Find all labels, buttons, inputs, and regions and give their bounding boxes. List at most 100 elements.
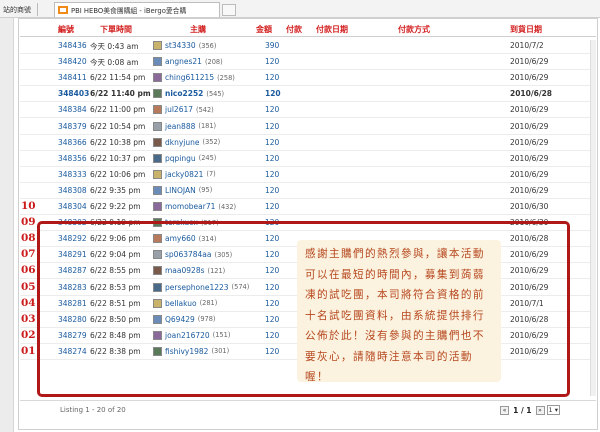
order-id-link[interactable]: 348333: [58, 170, 87, 179]
header-buyer[interactable]: 主購: [190, 24, 206, 35]
order-clock: 10:37 pm: [109, 153, 146, 163]
rank-number: 04: [21, 296, 36, 309]
header-amount[interactable]: 金額: [256, 24, 272, 35]
buyer-score: (356): [198, 41, 217, 50]
first-page-icon[interactable]: «: [500, 405, 510, 415]
announcement-notice: 感謝主購們的熱烈參與，讓本活動可以在最短的時間內，募集到蒟蒻凍的試吃團，本司將符…: [297, 240, 501, 383]
buyer-cell: dknyjune (352): [153, 137, 220, 147]
scrollbar[interactable]: [590, 40, 596, 396]
table-row[interactable]: 348356 6/22 10:37 pm pqpingu (245) 120 2010/6…: [20, 151, 596, 167]
header-order-time[interactable]: 下單時間: [100, 24, 132, 35]
buyer-name-link[interactable]: dknyjune: [165, 138, 200, 147]
avatar: [153, 202, 162, 211]
order-date: 6/22: [90, 202, 107, 211]
delivery-date: 2010/6/28: [510, 89, 553, 99]
order-time: 6/22 11:54 pm: [90, 73, 145, 82]
header-id[interactable]: 編號: [58, 24, 74, 35]
table-row[interactable]: 348333 6/22 10:06 pm jacky0821 (7) 120 2010/6…: [20, 167, 596, 183]
buyer-cell: momobear71 (432): [153, 202, 236, 211]
avatar: [153, 89, 162, 99]
buyer-name-link[interactable]: ching611215: [165, 73, 214, 82]
buyer-name-link[interactable]: nico2252: [165, 89, 203, 98]
new-tab-button[interactable]: [222, 4, 236, 16]
delivery-date: 2010/6/29: [510, 121, 549, 131]
table-row[interactable]: 348304 6/22 9:22 pm momobear71 (432) 120 2010…: [20, 199, 596, 215]
page-select[interactable]: 1 ▾: [546, 405, 560, 415]
order-date: 6/22: [90, 105, 107, 115]
amount: 120: [265, 89, 281, 99]
order-id-link[interactable]: 348366: [58, 138, 87, 147]
order-time: 6/22 11:40 pm: [90, 89, 151, 98]
order-id-link[interactable]: 348308: [58, 186, 87, 195]
buyer-name-link[interactable]: jacky0821: [165, 170, 203, 179]
buyer-name-link[interactable]: LINOJAN: [165, 186, 196, 195]
rank-number: 08: [21, 232, 36, 245]
buyer-score: (542): [196, 105, 214, 114]
table-row[interactable]: 348384 6/22 11:00 pm jul2617 (542) 120 2010/6…: [20, 102, 596, 119]
buyer-score: (7): [206, 170, 216, 179]
table-row[interactable]: 348420 今天 0:08 am angnes21 (208) 120 2010/6/2…: [20, 54, 596, 71]
rank-number: 10: [21, 200, 36, 212]
buyer-cell: pqpingu (245): [153, 153, 217, 163]
buyer-cell: st34330 (356): [153, 41, 216, 50]
buyer-score: (545): [206, 89, 225, 98]
order-date: 6/22: [90, 169, 107, 179]
table-row[interactable]: 348366 6/22 10:38 pm dknyjune (352) 120 2010/…: [20, 135, 596, 151]
table-row[interactable]: 348379 6/22 10:54 pm jean888 (181) 120 2010/6…: [20, 119, 596, 135]
buyer-name-link[interactable]: pqpingu: [165, 154, 196, 163]
rank-number: 05: [21, 280, 36, 293]
buyer-name-link[interactable]: jean888: [165, 122, 195, 131]
order-clock: 9:22 pm: [109, 202, 141, 211]
order-id-link[interactable]: 348356: [58, 154, 87, 163]
amount: 120: [265, 105, 280, 115]
order-clock: 9:35 pm: [109, 185, 141, 195]
table-row[interactable]: 348403 6/22 11:40 pm nico2252 (545) 120 2010/…: [20, 86, 596, 103]
rank-number: 06: [21, 264, 36, 277]
delivery-date: 2010/6/29: [510, 153, 549, 163]
delivery-date: 2010/6/29: [510, 169, 549, 179]
rank-number: 09: [21, 216, 36, 229]
table-row[interactable]: 348436 今天 0:43 am st34330 (356) 390 2010/7/2: [20, 38, 596, 54]
header-pay-method[interactable]: 付款方式: [398, 24, 430, 35]
table-row[interactable]: 348308 6/22 9:35 pm LINOJAN (95) 120 2010/6/2…: [20, 183, 596, 199]
amount: 120: [265, 185, 280, 195]
header-deadline[interactable]: 到貨日期: [510, 24, 542, 35]
order-clock: 0:43 am: [107, 42, 139, 51]
buyer-score: (258): [217, 73, 235, 82]
buyer-score: (432): [218, 202, 237, 211]
delivery-date: 2010/6/29: [510, 57, 549, 67]
order-id-link[interactable]: 348420: [58, 57, 87, 66]
order-clock: 11:00 pm: [109, 105, 146, 115]
amount: 390: [265, 41, 280, 50]
order-clock: 10:06 pm: [109, 169, 146, 179]
order-clock: 0:08 am: [107, 58, 139, 68]
delivery-date: 2010/6/29: [510, 105, 549, 115]
tab-previous[interactable]: 站的商號: [0, 3, 38, 16]
order-id-link[interactable]: 348411: [58, 73, 87, 82]
buyer-name-link[interactable]: st34330: [165, 41, 196, 50]
amount: 120: [265, 137, 280, 147]
order-id-link[interactable]: 348304: [58, 202, 87, 211]
last-page-icon[interactable]: »: [535, 405, 545, 415]
delivery-date: 2010/6/30: [510, 202, 549, 211]
rank-number: 02: [21, 328, 36, 341]
buyer-name-link[interactable]: angnes21: [165, 57, 202, 66]
avatar: [153, 41, 162, 50]
order-id-link[interactable]: 348384: [58, 105, 87, 114]
avatar: [153, 153, 162, 163]
amount: 120: [265, 57, 280, 67]
order-date: 6/22: [90, 121, 107, 131]
order-date: 6/22: [90, 137, 107, 147]
order-id-link[interactable]: 348379: [58, 122, 87, 131]
order-time: 6/22 9:22 pm: [90, 202, 141, 211]
buyer-name-link[interactable]: momobear71: [165, 202, 215, 211]
buyer-score: (245): [198, 154, 217, 163]
amount: 120: [265, 202, 280, 211]
table-row[interactable]: 348411 6/22 11:54 pm ching611215 (258) 120 20…: [20, 70, 596, 87]
buyer-name-link[interactable]: jul2617: [165, 105, 193, 114]
tab-active[interactable]: PBI HEBO美食團購組 - iBergo愛合購: [54, 2, 220, 17]
order-id-link[interactable]: 348403: [58, 89, 89, 98]
header-pay-date[interactable]: 付款日期: [316, 24, 348, 35]
header-paid[interactable]: 付款: [286, 24, 302, 35]
order-id-link[interactable]: 348436: [58, 41, 87, 50]
